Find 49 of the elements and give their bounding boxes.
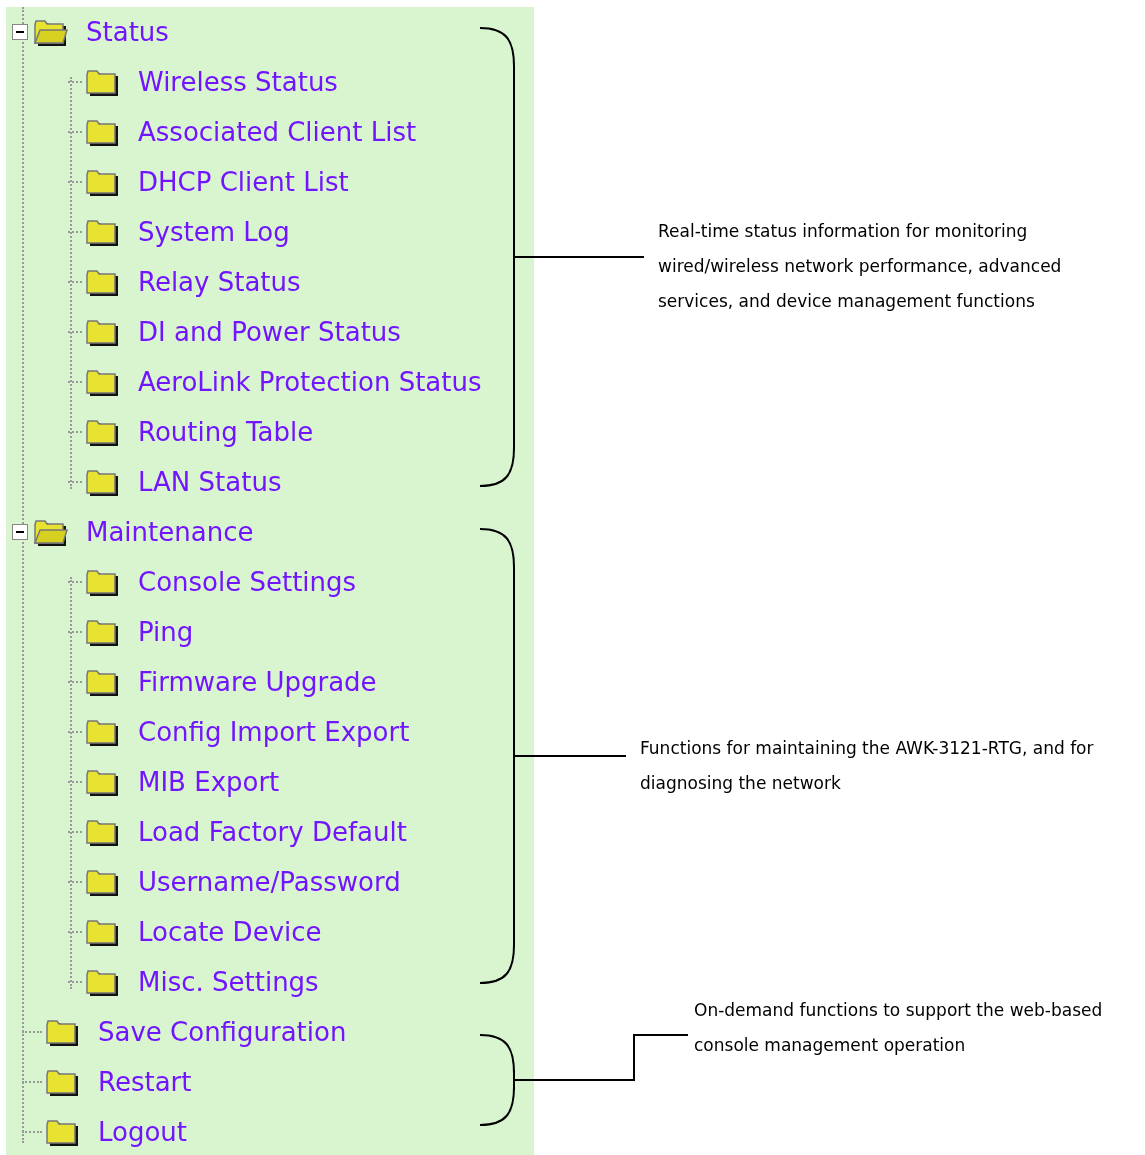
annotation-text: Real-time status information for monitoring wired/wireless network performance, advanced services, and device management functions: [658, 220, 1063, 314]
menu-link[interactable]: Config Import Export: [138, 719, 410, 745]
collapse-toggle[interactable]: [12, 524, 28, 540]
menu-link[interactable]: MIB Export: [138, 769, 280, 795]
menu-link[interactable]: Maintenance: [86, 519, 254, 545]
menu-link[interactable]: Routing Table: [138, 419, 314, 445]
menu-link[interactable]: Console Settings: [138, 569, 357, 595]
folder-icon: [84, 368, 120, 396]
folder-icon: [84, 768, 120, 796]
folder-icon: [44, 1068, 80, 1096]
menu-link[interactable]: Relay Status: [138, 269, 301, 295]
menu-link[interactable]: Logout: [98, 1119, 188, 1145]
menu-link[interactable]: Wireless Status: [138, 69, 338, 95]
menu-link[interactable]: LAN Status: [138, 469, 282, 495]
folder-icon: [84, 218, 120, 246]
folder-icon: [84, 968, 120, 996]
folder-icon: [84, 118, 120, 146]
folder-icon: [44, 1118, 80, 1146]
menu-link[interactable]: System Log: [138, 219, 290, 245]
menu-link[interactable]: Locate Device: [138, 919, 322, 945]
menu-link[interactable]: AeroLink Protection Status: [138, 369, 482, 395]
annotation-text: On-demand functions to support the web-based console management operation: [694, 999, 1104, 1058]
folder-icon: [84, 918, 120, 946]
collapse-toggle[interactable]: [12, 24, 28, 40]
folder-icon: [84, 668, 120, 696]
menu-link[interactable]: Ping: [138, 619, 194, 645]
folder-icon: [84, 818, 120, 846]
folder-icon: [84, 468, 120, 496]
menu-link[interactable]: Save Configuration: [98, 1019, 347, 1045]
annotation-text: Functions for maintaining the AWK-3121-RTG, and for diagnosing the network: [640, 736, 1095, 795]
menu-link[interactable]: Load Factory Default: [138, 819, 407, 845]
folder-icon: [84, 618, 120, 646]
folder-icon: [84, 268, 120, 296]
folder-icon: [84, 318, 120, 346]
folder-icon: [44, 1018, 80, 1046]
menu-link[interactable]: Username/Password: [138, 869, 401, 895]
folder-icon: [84, 718, 120, 746]
folder-icon: [84, 68, 120, 96]
menu-link[interactable]: DHCP Client List: [138, 169, 349, 195]
folder-icon: [84, 568, 120, 596]
folder-icon: [84, 418, 120, 446]
menu-link[interactable]: Status: [86, 19, 169, 45]
folder-icon: [84, 168, 120, 196]
menu-link[interactable]: Restart: [98, 1069, 192, 1095]
menu-link[interactable]: Misc. Settings: [138, 969, 319, 995]
menu-link[interactable]: DI and Power Status: [138, 319, 401, 345]
menu-link[interactable]: Firmware Upgrade: [138, 669, 377, 695]
folder-icon: [84, 868, 120, 896]
menu-link[interactable]: Associated Client List: [138, 119, 417, 145]
